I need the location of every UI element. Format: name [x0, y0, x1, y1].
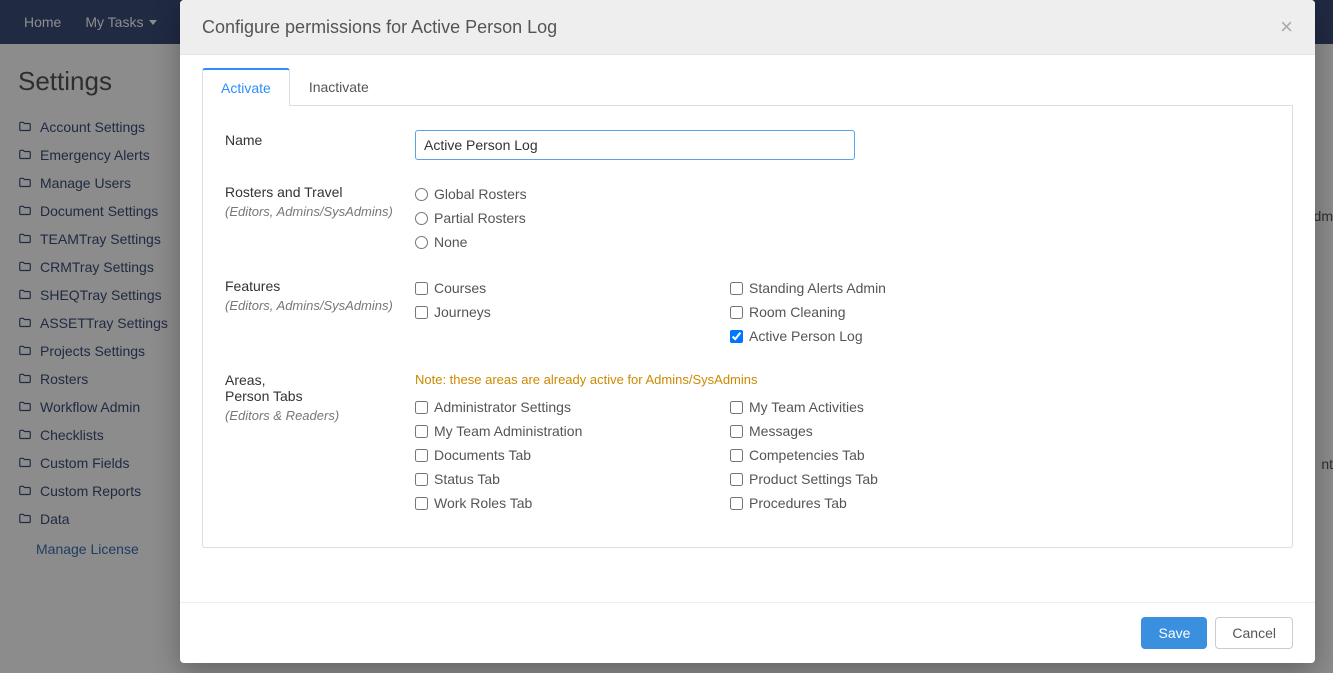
modal-configure-permissions: Configure permissions for Active Person …	[180, 0, 1315, 663]
label-courses: Courses	[434, 280, 486, 296]
check-active-person-log[interactable]	[730, 330, 743, 343]
check-competencies-tab[interactable]	[730, 449, 743, 462]
check-status-tab[interactable]	[415, 473, 428, 486]
label-room-cleaning: Room Cleaning	[749, 304, 846, 320]
form-panel: Name Rosters and Travel (Editors, Admins…	[202, 106, 1293, 548]
label-journeys: Journeys	[434, 304, 491, 320]
modal-title: Configure permissions for Active Person …	[202, 17, 557, 38]
cancel-button[interactable]: Cancel	[1215, 617, 1293, 649]
check-my-team-admin[interactable]	[415, 425, 428, 438]
label-work-roles-tab: Work Roles Tab	[434, 495, 532, 511]
label-product-settings-tab: Product Settings Tab	[749, 471, 878, 487]
label-features: Features	[225, 278, 415, 294]
tabs: Activate Inactivate	[202, 67, 1293, 106]
name-input[interactable]	[415, 130, 855, 160]
label-name: Name	[225, 132, 415, 148]
check-procedures-tab[interactable]	[730, 497, 743, 510]
check-work-roles-tab[interactable]	[415, 497, 428, 510]
check-room-cleaning[interactable]	[730, 306, 743, 319]
row-areas: Areas, Person Tabs (Editors & Readers) N…	[203, 364, 1292, 521]
tab-activate[interactable]: Activate	[202, 68, 290, 106]
sub-features: (Editors, Admins/SysAdmins)	[225, 298, 415, 313]
label-global-rosters: Global Rosters	[434, 186, 527, 202]
label-status-tab: Status Tab	[434, 471, 500, 487]
label-none: None	[434, 234, 467, 250]
label-areas2: Person Tabs	[225, 388, 415, 404]
row-rosters: Rosters and Travel (Editors, Admins/SysA…	[203, 176, 1292, 260]
label-messages: Messages	[749, 423, 813, 439]
label-my-team-activities: My Team Activities	[749, 399, 864, 415]
sub-areas: (Editors & Readers)	[225, 408, 415, 423]
label-rosters: Rosters and Travel	[225, 184, 415, 200]
close-icon[interactable]: ×	[1280, 16, 1293, 38]
modal-header: Configure permissions for Active Person …	[180, 0, 1315, 55]
check-messages[interactable]	[730, 425, 743, 438]
check-product-settings-tab[interactable]	[730, 473, 743, 486]
tab-inactivate[interactable]: Inactivate	[290, 68, 388, 106]
areas-note: Note: these areas are already active for…	[415, 370, 1270, 395]
check-my-team-activities[interactable]	[730, 401, 743, 414]
check-documents-tab[interactable]	[415, 449, 428, 462]
label-standing-alerts: Standing Alerts Admin	[749, 280, 886, 296]
row-name: Name	[203, 124, 1292, 166]
label-my-team-admin: My Team Administration	[434, 423, 582, 439]
radio-global-rosters[interactable]	[415, 188, 428, 201]
label-areas1: Areas,	[225, 372, 415, 388]
label-partial-rosters: Partial Rosters	[434, 210, 526, 226]
save-button[interactable]: Save	[1141, 617, 1207, 649]
label-procedures-tab: Procedures Tab	[749, 495, 847, 511]
label-competencies-tab: Competencies Tab	[749, 447, 865, 463]
check-admin-settings[interactable]	[415, 401, 428, 414]
radio-none[interactable]	[415, 236, 428, 249]
row-features: Features (Editors, Admins/SysAdmins) Cou…	[203, 270, 1292, 354]
check-standing-alerts[interactable]	[730, 282, 743, 295]
check-courses[interactable]	[415, 282, 428, 295]
sub-rosters: (Editors, Admins/SysAdmins)	[225, 204, 415, 219]
label-active-person-log: Active Person Log	[749, 328, 863, 344]
check-journeys[interactable]	[415, 306, 428, 319]
label-documents-tab: Documents Tab	[434, 447, 531, 463]
modal-footer: Save Cancel	[180, 602, 1315, 663]
modal-body: Activate Inactivate Name Rosters and Tra…	[180, 55, 1315, 602]
radio-partial-rosters[interactable]	[415, 212, 428, 225]
label-admin-settings: Administrator Settings	[434, 399, 571, 415]
